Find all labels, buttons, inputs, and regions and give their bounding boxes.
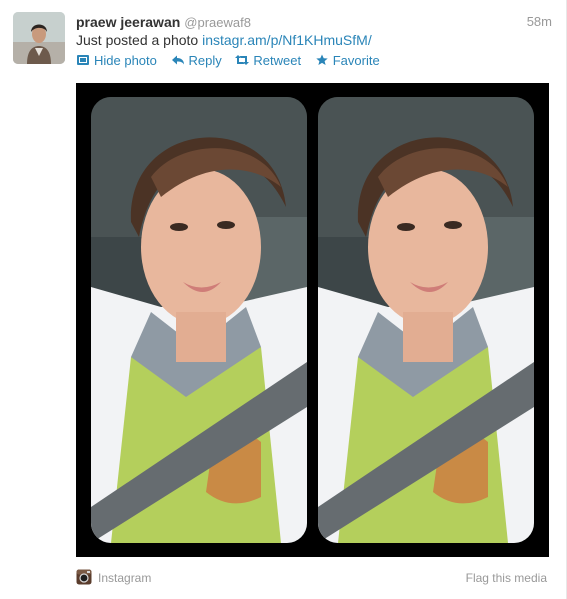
photo-frame-left: [91, 97, 307, 543]
retweet-icon: [235, 55, 250, 65]
user-handle[interactable]: @praewaf8: [184, 15, 251, 30]
tweet-actions: Hide photo Reply Retweet Favorite: [76, 52, 390, 70]
reply-label: Reply: [188, 53, 222, 68]
photo-frame-right: [318, 97, 534, 543]
hide-photo-button[interactable]: Hide photo: [76, 52, 157, 70]
retweet-button[interactable]: Retweet: [235, 52, 301, 70]
favorite-button[interactable]: Favorite: [315, 52, 380, 70]
reply-button[interactable]: Reply: [171, 52, 222, 70]
favorite-icon: [316, 54, 328, 65]
instagram-icon: [76, 569, 92, 585]
media-footer: Instagram Flag this media: [76, 568, 547, 588]
media-source-label: Instagram: [98, 571, 152, 585]
tweet-text-prefix: Just posted a photo: [76, 32, 199, 48]
favorite-label: Favorite: [332, 53, 380, 68]
flag-media-link[interactable]: Flag this media: [466, 568, 547, 588]
tweet-timestamp[interactable]: 58m: [527, 13, 552, 31]
tweet-header: praew jeerawan @praewaf8 58m: [76, 13, 552, 31]
avatar[interactable]: [13, 12, 65, 64]
tweet: praew jeerawan @praewaf8 58m Just posted …: [0, 0, 567, 599]
media-source[interactable]: Instagram: [76, 568, 151, 588]
retweet-label: Retweet: [253, 53, 302, 68]
hide-photo-icon: [77, 55, 89, 65]
media-photo[interactable]: [76, 83, 549, 557]
tweet-link[interactable]: instagr.am/p/Nf1KHmuSfM/: [202, 32, 372, 48]
hide-photo-label: Hide photo: [94, 53, 157, 68]
user-fullname[interactable]: praew jeerawan: [76, 14, 180, 30]
reply-icon: [171, 55, 184, 65]
tweet-text: Just posted a photo instagr.am/p/Nf1KHmu…: [76, 31, 372, 49]
